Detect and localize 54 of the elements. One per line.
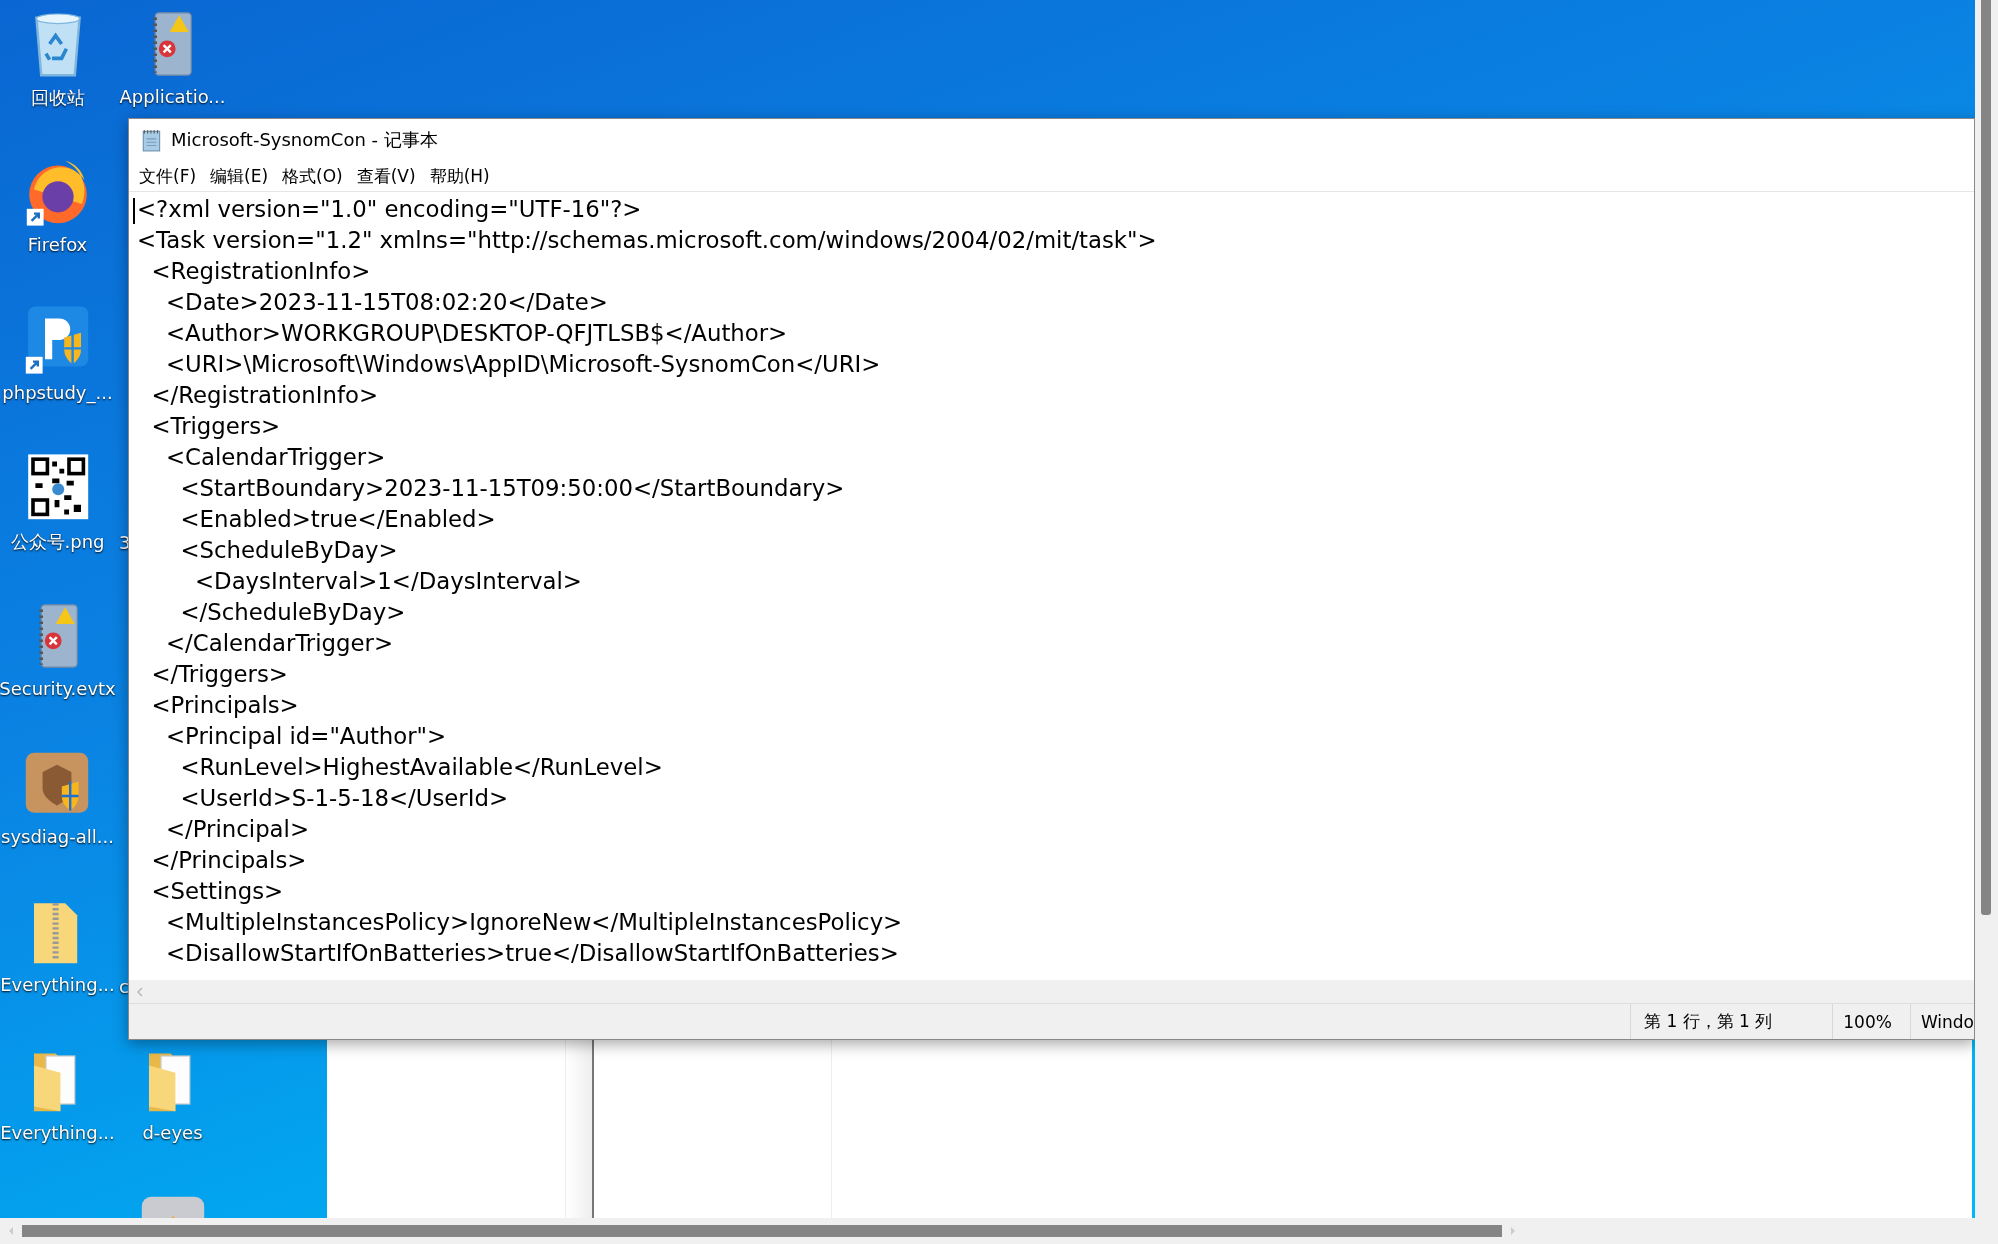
menu-item[interactable]: 文件(F) [133, 162, 203, 190]
desktop-shortcut[interactable]: phpstudy_... [2, 304, 113, 403]
text-line: <DaysInterval>1</DaysInterval> [193, 567, 582, 596]
text-cursor [133, 198, 135, 224]
text-line: <?xml version="1.0" encoding="UTF-16"?> [137, 195, 642, 224]
text-line: <RegistrationInfo> [150, 257, 371, 286]
text-line: <Date>2023-11-15T08:02:20</Date> [165, 288, 608, 317]
status-text: 第 1 行，第 1 列 [1630, 1004, 1833, 1039]
text-line: </ScheduleByDay> [179, 598, 406, 627]
text-line: <Principal id="Author"> [165, 722, 447, 751]
menu-item[interactable]: 编辑(E) [204, 162, 275, 190]
desktop-shortcut[interactable]: 公众号.png [10, 452, 105, 554]
notepad-icon [141, 128, 163, 152]
desktop-shortcut[interactable]: d-eyes [136, 1044, 209, 1143]
text-line: <Principals> [150, 691, 299, 720]
desktop-shortcut[interactable]: 回收站 [21, 8, 94, 110]
text-line: </Principal> [165, 815, 309, 844]
text-line: </Principals> [150, 846, 307, 875]
desktop-shortcut[interactable]: Applicatio... [119, 8, 226, 107]
text-line: <CalendarTrigger> [165, 443, 386, 472]
menu-item[interactable]: 查看(V) [350, 162, 422, 190]
desktop-shortcut[interactable]: Everything... [0, 1044, 115, 1143]
menu-item[interactable]: 格式(O) [276, 162, 349, 190]
status-text: Windo [1909, 1004, 1974, 1039]
text-line: <Settings> [150, 877, 284, 906]
horizontal-scrollbar[interactable] [0, 1218, 1998, 1244]
desktop-shortcut[interactable]: Security.evtx [0, 600, 116, 699]
text-line: <Triggers> [150, 412, 281, 441]
horizontal-scrollbar[interactable] [129, 980, 1974, 1004]
scrollbar-thumb[interactable] [22, 1225, 1502, 1237]
text-line: <DisallowStartIfOnBatteries>true</DisallowStartIfOnBatteries> [165, 939, 899, 968]
text-line: </RegistrationInfo> [150, 381, 378, 410]
desktop-icon-label: c [119, 976, 129, 997]
text-line: <Enabled>true</Enabled> [179, 505, 496, 534]
text-line: </CalendarTrigger> [165, 629, 393, 658]
text-line: <Author>WORKGROUP\DESKTOP-QFJTLSB$</Author> [165, 319, 788, 348]
text-line: <Task version="1.2" xmlns="http://schemas.microsoft.com/windows/2004/02/mit/task"> [137, 226, 1157, 255]
scrollbar-thumb[interactable] [1981, 0, 1991, 915]
text-line: <RunLevel>HighestAvailable</RunLevel> [179, 753, 663, 782]
vertical-scrollbar[interactable] [1975, 0, 1998, 1218]
text-line: <UserId>S-1-5-18</UserId> [179, 784, 509, 813]
desktop-shortcut[interactable]: sysdiag-all... [1, 748, 114, 847]
text-line: <StartBoundary>2023-11-15T09:50:00</StartBoundary> [179, 474, 845, 503]
scroll-left-icon[interactable] [135, 985, 145, 998]
status-text: 100% [1832, 1004, 1910, 1039]
window-title: Microsoft-SysnomCon - 记事本 [171, 128, 438, 152]
text-line: <URI>\Microsoft\Windows\AppID\Microsoft-SysnomCon</URI> [165, 350, 881, 379]
menu-item[interactable]: 帮助(H) [423, 162, 496, 190]
text-line: <ScheduleByDay> [179, 536, 398, 565]
desktop-shortcut[interactable]: Everything... [0, 896, 115, 995]
text-line: </Triggers> [150, 660, 288, 689]
desktop-shortcut[interactable]: Firefox [21, 156, 94, 255]
text-line: <MultipleInstancesPolicy>IgnoreNew</MultipleInstancesPolicy> [165, 908, 903, 937]
scroll-right-icon[interactable] [1508, 1225, 1518, 1237]
